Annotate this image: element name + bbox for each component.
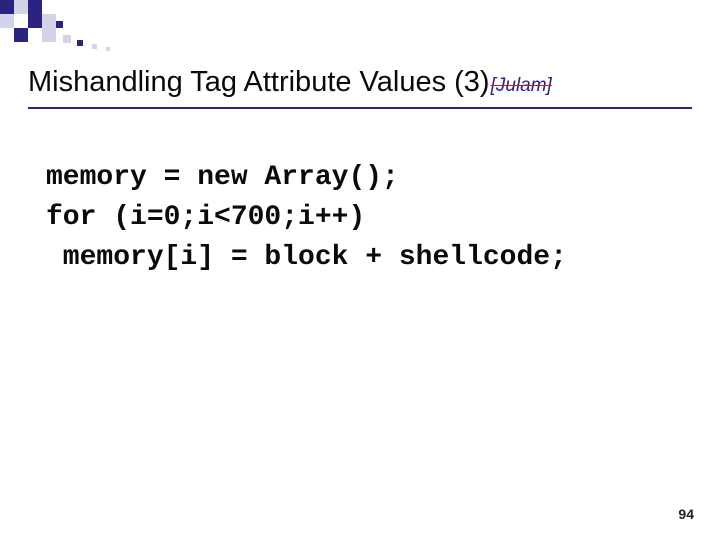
slide-title-area: Mishandling Tag Attribute Values (3)[Jul… [28,66,690,99]
title-underline [28,107,692,109]
page-number: 94 [678,506,694,522]
code-line: memory[i] = block + shellcode; [46,242,567,273]
slide-title: Mishandling Tag Attribute Values (3) [28,66,490,98]
slide-title-citation: [Julam] [491,75,552,96]
code-line: for (i=0;i<700;i++) [46,202,365,233]
code-line: memory = new Array(); [46,162,399,193]
corner-decor [0,0,200,55]
code-block: memory = new Array(); for (i=0;i<700;i++… [46,158,690,277]
